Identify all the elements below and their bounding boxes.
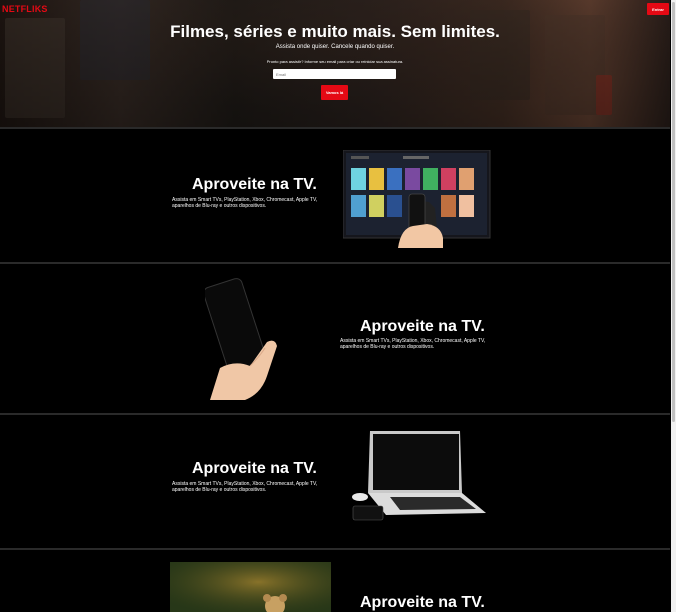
feature-description: Assista em Smart TVs, PlayStation, Xbox,… [172,197,318,209]
feature-title: Aproveite na TV. [360,318,485,335]
kids-image [170,562,331,612]
signin-button[interactable]: Entrar [647,3,669,15]
feature-title: Aproveite na TV. [192,176,317,193]
email-input[interactable] [273,69,396,79]
phone-image [205,278,277,400]
start-button[interactable]: Vamos lá [321,85,348,100]
feature-kids: Aproveite na TV. [0,550,670,612]
hero-section: NETFLIKS Entrar Filmes, séries e muito m… [0,0,670,127]
feature-description: Assista em Smart TVs, PlayStation, Xbox,… [340,338,486,350]
feature-title: Aproveite na TV. [192,460,317,477]
tv-image [343,150,491,248]
brand-logo[interactable]: NETFLIKS [2,4,48,14]
page: NETFLIKS Entrar Filmes, séries e muito m… [0,0,676,612]
scrollbar-thumb[interactable] [672,2,675,422]
laptop-image [352,431,486,521]
feature-laptop: Aproveite na TV. Assista em Smart TVs, P… [0,415,670,548]
feature-phone: Aproveite na TV. Assista em Smart TVs, P… [0,264,670,413]
feature-tv: Aproveite na TV. Assista em Smart TVs, P… [0,129,670,262]
feature-description: Assista em Smart TVs, PlayStation, Xbox,… [172,481,318,493]
hero-prompt: Pronto para assistir? Informe seu email … [266,59,404,64]
feature-title: Aproveite na TV. [360,594,485,611]
hero-title: Filmes, séries e muito mais. Sem limites… [170,22,500,41]
hero-subtitle: Assista onde quiser. Cancele quando quis… [275,44,395,50]
